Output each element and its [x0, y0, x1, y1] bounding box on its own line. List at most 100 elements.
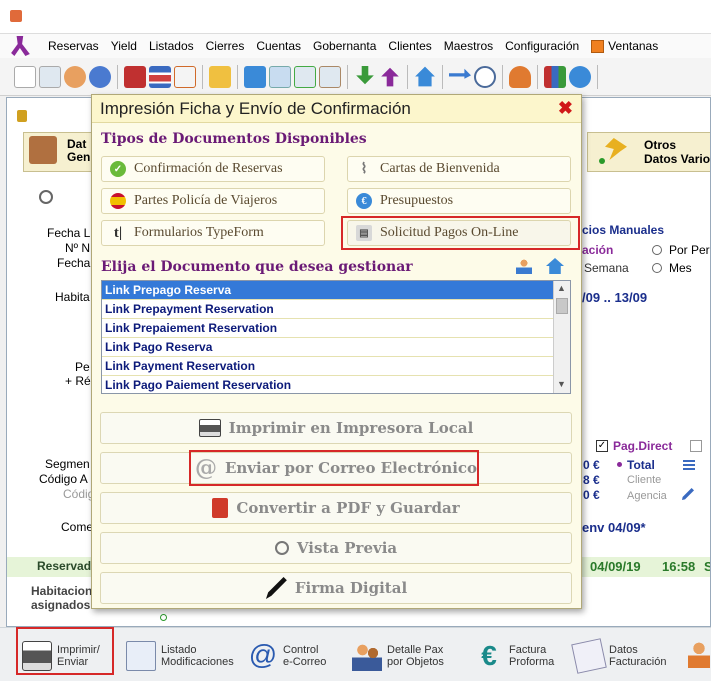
- detalle-pax-label: Detalle Pax por Objetos: [387, 644, 444, 668]
- list-icon[interactable]: [683, 460, 695, 470]
- app-menu-icon[interactable]: [11, 36, 30, 56]
- list-item[interactable]: Link Pago Paiement Reservation: [102, 376, 554, 393]
- upload-purple-icon[interactable]: [381, 67, 399, 87]
- listado-modificaciones-label: Listado Modificaciones: [161, 644, 234, 668]
- list-bars-icon[interactable]: [149, 65, 171, 88]
- doc-type-label: Formularios TypeForm: [134, 225, 264, 240]
- home-icon[interactable]: [415, 66, 435, 87]
- download-green-icon[interactable]: [356, 65, 374, 85]
- radio-por-periodo[interactable]: [652, 245, 662, 255]
- euro-circle-icon[interactable]: [569, 65, 591, 88]
- menu-reservas[interactable]: Reservas: [42, 34, 105, 58]
- ventanas-icon: [591, 39, 605, 53]
- label-segmento: Segmen: [45, 457, 90, 471]
- enviar-correo-highlight: [189, 450, 479, 486]
- new-document-icon[interactable]: [14, 65, 36, 88]
- menu-bar: Reservas Yield Listados Cierres Cuentas …: [0, 34, 711, 58]
- vista-previa-button[interactable]: Vista Previa: [100, 532, 572, 564]
- action-label: Vista Previa: [296, 539, 398, 557]
- section-tipos-documentos: Tipos de Documentos Disponibles: [101, 131, 367, 147]
- semana-label: Semana: [584, 261, 629, 275]
- doc-type-presupuestos[interactable]: € Presupuestos: [347, 188, 571, 214]
- doc-type-formularios-typeform[interactable]: t| Formularios TypeForm: [101, 220, 325, 246]
- label-comentario: Come: [61, 520, 94, 534]
- listado-modificaciones-button[interactable]: Listado Modificaciones: [126, 635, 234, 677]
- small-status-icon: [160, 614, 167, 621]
- firma-digital-button[interactable]: Firma Digital: [100, 572, 572, 604]
- menu-maestros[interactable]: Maestros: [438, 34, 499, 58]
- printer-icon: [198, 419, 221, 437]
- menu-ventanas[interactable]: Ventanas: [604, 34, 664, 58]
- doc-type-confirmacion-reservas[interactable]: ✓ Confirmación de Reservas: [101, 156, 325, 182]
- tab-otros-label-2: Datos Vario: [644, 152, 711, 166]
- doc-type-partes-policia[interactable]: Partes Policía de Viajeros: [101, 188, 325, 214]
- user-icon[interactable]: [516, 258, 532, 274]
- list-item[interactable]: Link Payment Reservation: [102, 357, 554, 376]
- solicitud-pagos-highlight: [341, 216, 580, 250]
- list-item[interactable]: Link Prepago Reserva: [102, 281, 554, 300]
- binders-icon[interactable]: [544, 65, 566, 88]
- dates-range: /09 .. 13/09: [582, 290, 648, 305]
- datos-generales-icon: [29, 136, 57, 164]
- close-icon[interactable]: ✖: [558, 98, 573, 119]
- paperclip-icon: ⌇: [360, 161, 368, 177]
- control-ecorreo-button[interactable]: @ Control e-Correo: [248, 635, 327, 677]
- app-icon: [10, 10, 22, 22]
- document-list[interactable]: Link Prepago Reserva Link Prepayment Res…: [101, 280, 571, 394]
- label-pe: Pe: [75, 360, 90, 374]
- label-re: + Ré: [65, 374, 91, 388]
- env-date: env 04/09*: [582, 520, 646, 535]
- check-icon: ✓: [110, 161, 126, 177]
- search-list-icon[interactable]: [269, 65, 291, 88]
- list-item[interactable]: Link Prepaiement Reservation: [102, 319, 554, 338]
- people-icon: [352, 641, 382, 671]
- pag-direct-label: Pag.Direct: [613, 439, 673, 453]
- user-icon[interactable]: [509, 65, 531, 88]
- scroll-down-icon[interactable]: ▼: [557, 379, 566, 389]
- add-user-icon[interactable]: [688, 640, 710, 668]
- list-item[interactable]: Link Pago Reserva: [102, 338, 554, 357]
- person-document-icon[interactable]: [319, 65, 341, 88]
- cash-register-icon[interactable]: [124, 65, 146, 88]
- envelope-icon[interactable]: [209, 65, 231, 88]
- menu-gobernanta[interactable]: Gobernanta: [307, 34, 382, 58]
- imprimir-enviar-highlight: [16, 627, 114, 675]
- scroll-thumb[interactable]: [556, 298, 568, 314]
- list-scrollbar[interactable]: ▲ ▼: [553, 281, 570, 393]
- datos-facturacion-button[interactable]: Datos Facturación: [571, 635, 666, 677]
- menu-configuracion[interactable]: Configuración: [499, 34, 585, 58]
- search-document-icon[interactable]: [39, 65, 61, 88]
- alarm-clock-icon[interactable]: [474, 65, 496, 88]
- menu-cuentas[interactable]: Cuentas: [250, 34, 307, 58]
- menu-cierres[interactable]: Cierres: [200, 34, 251, 58]
- list-item[interactable]: Link Prepayment Reservation: [102, 300, 554, 319]
- imprimir-local-button[interactable]: Imprimir en Impresora Local: [100, 412, 572, 444]
- amount-2: 8 €: [583, 473, 600, 487]
- doc-type-label: Cartas de Bienvenida: [380, 161, 500, 176]
- menu-yield[interactable]: Yield: [105, 34, 143, 58]
- action-label: Firma Digital: [294, 579, 408, 597]
- doc-type-cartas-bienvenida[interactable]: ⌇ Cartas de Bienvenida: [347, 156, 571, 182]
- search-icon[interactable]: [39, 190, 53, 204]
- swap-arrows-icon[interactable]: [449, 68, 471, 79]
- scroll-up-icon[interactable]: ▲: [557, 283, 566, 293]
- status-date: 04/09/19: [590, 559, 641, 574]
- book-icon[interactable]: [244, 65, 266, 88]
- home-icon[interactable]: [546, 258, 564, 274]
- menu-listados[interactable]: Listados: [143, 34, 200, 58]
- clock-flag-icon[interactable]: [64, 65, 86, 88]
- add-document-icon[interactable]: [294, 65, 316, 88]
- acion-label: ación: [582, 243, 614, 257]
- detalle-pax-button[interactable]: Detalle Pax por Objetos: [352, 635, 444, 677]
- radio-mes[interactable]: [652, 263, 662, 273]
- menu-clientes[interactable]: Clientes: [382, 34, 437, 58]
- pag-direct-checkbox[interactable]: ✓: [596, 440, 608, 452]
- checkbox-a[interactable]: [690, 440, 702, 452]
- dialog-title: Impresión Ficha y Envío de Confirmación …: [92, 95, 581, 123]
- globe-alert-icon[interactable]: [89, 65, 111, 88]
- convertir-pdf-button[interactable]: Convertir a PDF y Guardar: [100, 492, 572, 524]
- agencia-label: Agencia: [627, 490, 667, 502]
- calendar-icon[interactable]: [174, 65, 196, 88]
- pencil-icon[interactable]: [682, 488, 694, 500]
- factura-proforma-button[interactable]: € Factura Proforma: [474, 635, 554, 677]
